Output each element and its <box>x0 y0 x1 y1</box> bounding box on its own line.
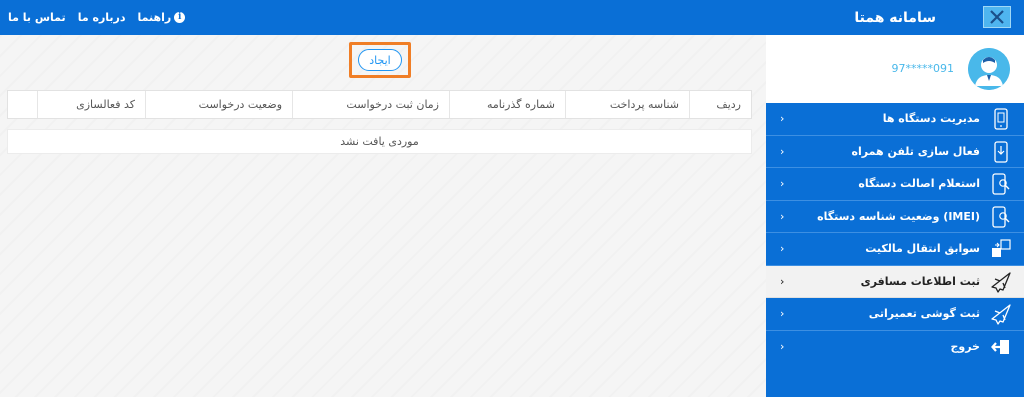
close-icon <box>990 10 1004 24</box>
help-link[interactable]: i راهنما <box>138 11 186 24</box>
help-link-label: راهنما <box>137 11 172 24</box>
about-link-label: درباره ما <box>77 11 126 24</box>
info-icon: i <box>174 12 186 23</box>
create-button[interactable]: ایجاد <box>358 49 402 71</box>
chevron-right-icon: › <box>780 340 785 354</box>
empty-message: موردی یافت نشد <box>7 129 752 154</box>
transfer-icon <box>988 237 1014 261</box>
chevron-right-icon: › <box>780 209 785 223</box>
sidebar-item-phone-activation[interactable]: فعال سازی تلفن همراه › <box>766 136 1024 168</box>
column-header[interactable]: کد فعالسازی <box>37 91 145 118</box>
sidebar-item-label: فعال سازی تلفن همراه <box>851 144 980 158</box>
sidebar-item-device-management[interactable]: مدیریت دستگاه ها › <box>766 103 1024 136</box>
sidebar-item-label: ثبت گوشی تعمیراتی <box>868 307 980 321</box>
main-content: ایجاد ردیف شناسه پرداخت شماره گذرنامه زم… <box>0 35 766 397</box>
logout-icon <box>988 335 1014 359</box>
column-header[interactable]: شناسه پرداخت <box>565 91 689 118</box>
phone-download-icon <box>988 140 1014 164</box>
phone-device-icon <box>988 107 1014 131</box>
chevron-right-icon: › <box>780 274 785 288</box>
sidebar-item-label: استعلام اصالت دستگاه <box>858 177 980 191</box>
app-title: سامانه همتا <box>854 9 936 26</box>
sidebar-item-repair-phone[interactable]: ثبت گوشی تعمیراتی › <box>766 298 1024 331</box>
top-bar: i راهنما درباره ما تماس با ما سامانه همت… <box>0 0 1024 35</box>
column-header[interactable]: زمان ثبت درخواست <box>292 91 449 118</box>
chevron-right-icon: › <box>780 307 785 321</box>
sidebar-item-label: سوابق انتقال مالکیت <box>865 242 980 256</box>
sidebar-menu: مدیریت دستگاه ها › فعال سازی تلفن همراه … <box>766 103 1024 363</box>
column-header[interactable] <box>8 91 37 118</box>
user-phone: 97*****091 <box>891 62 955 75</box>
avatar <box>968 48 1010 90</box>
chevron-right-icon: › <box>780 242 785 256</box>
user-profile: 97*****091 <box>766 35 1024 103</box>
airplane-icon <box>988 270 1014 294</box>
create-button-highlight: ایجاد <box>349 42 411 78</box>
phone-search-icon <box>988 172 1014 196</box>
phone-search-icon <box>988 205 1014 229</box>
about-link[interactable]: درباره ما <box>78 11 126 24</box>
sidebar-item-device-authenticity[interactable]: استعلام اصالت دستگاه › <box>766 168 1024 201</box>
sidebar-item-logout[interactable]: خروج › <box>766 331 1024 364</box>
airplane-icon <box>988 302 1014 326</box>
contact-link-label: تماس با ما <box>8 11 66 24</box>
chevron-right-icon: › <box>780 177 785 191</box>
sidebar-item-label: ثبت اطلاعات مسافری <box>860 274 980 288</box>
sidebar: 97*****091 مدیریت دستگاه ها › فعال سازی … <box>766 35 1024 397</box>
table-header: ردیف شناسه پرداخت شماره گذرنامه زمان ثبت… <box>7 90 752 119</box>
column-header[interactable]: ردیف <box>689 91 751 118</box>
sidebar-item-label: وضعیت شناسه دستگاه (IMEI) <box>817 209 980 223</box>
sidebar-item-imei-status[interactable]: وضعیت شناسه دستگاه (IMEI) › <box>766 201 1024 233</box>
sidebar-item-label: مدیریت دستگاه ها <box>882 112 980 126</box>
top-links: i راهنما درباره ما تماس با ما <box>8 0 186 35</box>
chevron-right-icon: › <box>780 112 785 126</box>
contact-link[interactable]: تماس با ما <box>8 11 66 24</box>
column-header[interactable]: شماره گذرنامه <box>449 91 565 118</box>
sidebar-item-label: خروج <box>950 340 980 354</box>
close-button[interactable] <box>983 6 1011 28</box>
sidebar-item-travel-registration[interactable]: ثبت اطلاعات مسافری › <box>766 265 1024 298</box>
sidebar-item-ownership-transfer[interactable]: سوابق انتقال مالکیت › <box>766 233 1024 266</box>
column-header[interactable]: وضعیت درخواست <box>145 91 292 118</box>
chevron-right-icon: › <box>780 144 785 158</box>
user-avatar-icon <box>968 48 1010 90</box>
